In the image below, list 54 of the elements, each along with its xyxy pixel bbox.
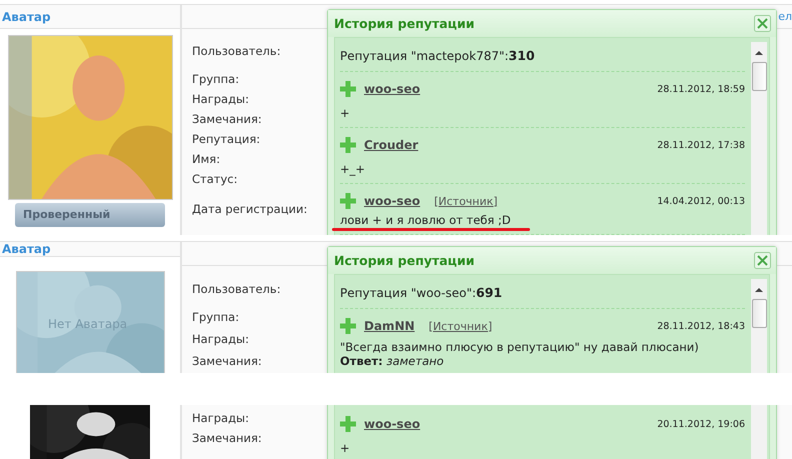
popup-title: История репутации [334, 16, 474, 31]
profile-label: Группа: [192, 71, 240, 88]
reputation-summary: Репутация "mactepok787":310 [340, 49, 535, 63]
entry-comment: + [340, 441, 350, 455]
profile-label: Награды: [192, 410, 249, 427]
profile-label: Награды: [192, 91, 249, 108]
source-link[interactable]: [Источник] [434, 194, 498, 208]
popup-title: История репутации [334, 253, 474, 268]
profile-label: Замечания: [192, 430, 262, 447]
column-header: Аватар [2, 10, 51, 24]
scrollbar[interactable] [751, 279, 767, 373]
plus-icon [340, 137, 356, 153]
entry-date: 14.04.2012, 00:13 [657, 196, 745, 206]
entry-date: 20.11.2012, 19:06 [657, 418, 745, 430]
entry-comment: лови + и я ловлю от тебя ;D [340, 213, 511, 227]
plus-icon [340, 416, 356, 432]
entry-date: 28.11.2012, 18:43 [657, 320, 745, 332]
scrollbar[interactable] [751, 405, 767, 459]
column-header: Аватар [2, 242, 51, 256]
profile-label: Имя: [192, 151, 220, 168]
plus-icon [340, 318, 356, 334]
scroll-thumb[interactable] [752, 62, 766, 91]
entry-comment: + [340, 106, 350, 120]
profile-label: Награды: [192, 331, 249, 348]
close-icon[interactable] [754, 15, 771, 32]
plus-icon [340, 81, 356, 97]
entry-date: 28.11.2012, 18:59 [657, 84, 745, 94]
entry-comment: +_+ [340, 162, 366, 176]
user-link[interactable]: woo-seo [364, 82, 420, 96]
profile-label: Пользователь: [192, 43, 281, 60]
entry-date: 28.11.2012, 17:38 [657, 140, 745, 150]
profile-label: Замечания: [192, 111, 262, 128]
source-link[interactable]: [Источник] [428, 320, 492, 332]
profile-label: Группа: [192, 309, 240, 326]
reputation-summary: Репутация "woo-seo":691 [340, 286, 502, 300]
scroll-up-icon[interactable] [754, 50, 764, 56]
entry-reply: Ответ: заметано [340, 354, 445, 368]
user-link[interactable]: woo-seo [364, 194, 420, 208]
profile-label: Репутация: [192, 131, 260, 148]
profile-label: Статус: [192, 171, 238, 188]
entry-comment: "Всегда взаимно плюсую в репутацию" ну давай плюсани) [340, 340, 699, 354]
user-link[interactable]: woo-seo [364, 417, 420, 431]
user-link[interactable]: DamNN [364, 319, 415, 333]
close-icon[interactable] [754, 252, 771, 269]
profile-label: Дата регистрации: [192, 201, 308, 218]
rank-badge: Проверенный [15, 203, 165, 227]
plus-icon [340, 193, 356, 209]
profile-label: Пользователь: [192, 281, 281, 298]
scroll-thumb[interactable] [752, 299, 766, 328]
scroll-up-icon[interactable] [754, 287, 764, 293]
profile-label: Замечания: [192, 353, 262, 370]
scrollbar[interactable] [751, 42, 767, 235]
user-link[interactable]: Crouder [364, 138, 418, 152]
no-avatar-caption: Нет Аватара [48, 317, 128, 331]
